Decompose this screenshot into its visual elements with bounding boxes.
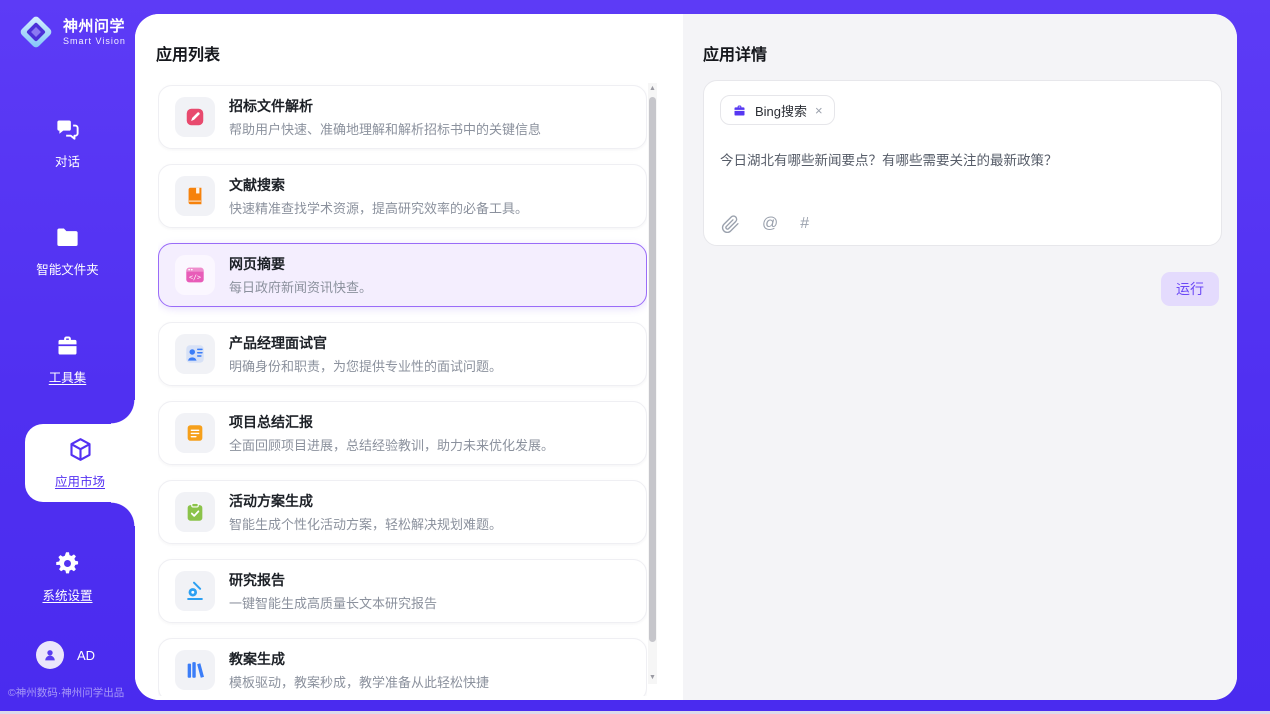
paperclip-icon[interactable] (721, 215, 740, 234)
prompt-text[interactable]: 今日湖北有哪些新闻要点？有哪些需要关注的最新政策？ (720, 151, 1205, 171)
app-list-title: 应用列表 (156, 41, 220, 65)
briefcase-icon (732, 103, 747, 118)
clipboard-check-icon (175, 492, 215, 532)
avatar (36, 641, 64, 669)
main-sheet: 应用列表 招标文件解析 帮助用户快速、准确地理解和解析招标书中的关键信息 文献搜… (135, 14, 1237, 700)
app-list-item[interactable]: 教案生成 模板驱动，教案秒成，教学准备从此轻松快捷 (158, 638, 647, 696)
app-list-item[interactable]: 文献搜索 快速精准查找学术资源，提高研究效率的必备工具。 (158, 164, 647, 228)
app-detail-panel: 应用详情 Bing搜索 × 今日湖北有哪些新闻要点？有哪些需要关注的最新政策？ … (683, 14, 1237, 700)
app-detail-title: 应用详情 (703, 41, 767, 65)
tool-chip-bing-search[interactable]: Bing搜索 × (720, 95, 835, 125)
microscope-icon (175, 571, 215, 611)
sidebar: 神州问学 Smart Vision 对话 智能文件夹 工具集 应用市场 系统设置… (0, 0, 135, 711)
diamond-logo-icon (16, 12, 56, 52)
scrollbar-up-icon[interactable]: ▲ (648, 83, 657, 95)
toolbox-icon (54, 332, 81, 359)
user-name: AD (77, 648, 95, 663)
svg-text:</>: </> (189, 273, 201, 281)
scrollbar-track[interactable]: ▲ ▼ (648, 83, 657, 684)
cube-icon (67, 436, 94, 463)
app-list-item[interactable]: 项目总结汇报 全面回顾项目进展，总结经验教训，助力未来优化发展。 (158, 401, 647, 465)
person-icon (42, 647, 58, 663)
app-list: 招标文件解析 帮助用户快速、准确地理解和解析招标书中的关键信息 文献搜索 快速精… (158, 83, 647, 696)
sidebar-item-settings[interactable]: 系统设置 (0, 538, 135, 616)
interviewer-icon (175, 334, 215, 374)
brand: 神州问学 Smart Vision (16, 12, 126, 52)
edit-square-icon (175, 97, 215, 137)
composer-toolbar: @# (721, 214, 809, 234)
folder-icon (54, 224, 81, 251)
app-list-item[interactable]: 产品经理面试官 明确身份和职责，为您提供专业性的面试问题。 (158, 322, 647, 386)
composer-card[interactable]: Bing搜索 × 今日湖北有哪些新闻要点？有哪些需要关注的最新政策？ @# (703, 80, 1222, 246)
brand-name: 神州问学 (63, 18, 126, 35)
sidebar-item-toolset[interactable]: 工具集 (0, 320, 135, 398)
scrollbar-thumb[interactable] (649, 97, 656, 642)
report-icon (175, 413, 215, 453)
brand-subtitle: Smart Vision (63, 36, 126, 46)
book-icon (175, 176, 215, 216)
chat-icon (54, 116, 81, 143)
books-icon (175, 650, 215, 690)
sidebar-footer: ©神州数码·神州问学出品 (8, 685, 138, 700)
tool-chip-label: Bing搜索 (755, 101, 807, 120)
chip-close-icon[interactable]: × (815, 104, 823, 117)
browser-code-icon: </> (175, 255, 215, 295)
app-list-panel: 应用列表 招标文件解析 帮助用户快速、准确地理解和解析招标书中的关键信息 文献搜… (135, 14, 683, 700)
app-list-item[interactable]: 研究报告 一键智能生成高质量长文本研究报告 (158, 559, 647, 623)
user-row[interactable]: AD (36, 641, 95, 669)
at-icon[interactable]: @ (762, 214, 778, 234)
scrollbar-down-icon[interactable]: ▼ (648, 672, 657, 684)
hash-icon[interactable]: # (800, 214, 809, 234)
gear-icon (54, 550, 81, 577)
sidebar-item-app-market[interactable]: 应用市场 (25, 424, 135, 502)
run-button[interactable]: 运行 (1161, 272, 1219, 306)
sidebar-item-chat[interactable]: 对话 (0, 104, 135, 182)
app-list-item[interactable]: 招标文件解析 帮助用户快速、准确地理解和解析招标书中的关键信息 (158, 85, 647, 149)
app-list-item[interactable]: </> 网页摘要 每日政府新闻资讯快查。 (158, 243, 647, 307)
sidebar-item-folders[interactable]: 智能文件夹 (0, 212, 135, 290)
app-list-item[interactable]: 活动方案生成 智能生成个性化活动方案，轻松解决规划难题。 (158, 480, 647, 544)
